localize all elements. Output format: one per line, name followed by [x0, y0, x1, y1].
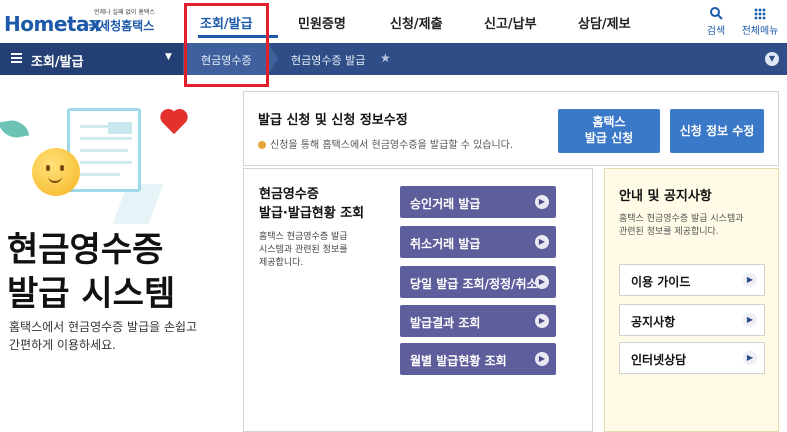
arrow-right-icon: ▶ — [535, 235, 549, 249]
section-title: 조회/발급 — [31, 55, 84, 70]
notice-panel-description: 홈택스 현금영수증 발급 시스템과 관련된 정보를 제공합니다. — [619, 214, 744, 237]
grid-menu-icon — [740, 6, 780, 22]
notice-panel-title: 안내 및 공지사항 — [619, 189, 712, 204]
arrow-right-icon: ▶ — [535, 275, 549, 289]
search-button[interactable]: 검색 — [696, 6, 736, 37]
hometax-apply-button[interactable]: 홈택스 발급 신청 — [558, 109, 660, 153]
search-icon — [696, 6, 736, 22]
arrow-right-icon: ▶ — [535, 314, 549, 328]
issue-panel-title: 발급 신청 및 신청 정보수정 — [258, 113, 408, 128]
hero-description: 홈택스에서 현금영수증 발급을 손쉽고 간편하게 이용하세요. — [9, 320, 198, 352]
cancel-issue-button[interactable]: 취소거래 발급 ▶ — [400, 226, 556, 258]
sub-nav-bar: 조회/발급 ▼ 현금영수증 현금영수증 발급 ★ ▼ — [0, 43, 787, 75]
breadcrumb-label: 현금영수증 — [201, 54, 252, 67]
heart-icon — [162, 110, 190, 136]
hometax-logo[interactable]: Hometax 언제나 실패 없이 홈택스 국세청홈택스 — [4, 4, 174, 38]
smiley-icon — [32, 148, 80, 196]
same-day-inquiry-button[interactable]: 당일 발급 조회/정정/취소 ▶ — [400, 266, 556, 298]
nav-report-payment[interactable]: 신고/납부 — [484, 13, 537, 32]
nav-active-indicator — [198, 35, 278, 38]
star-icon[interactable]: ★ — [380, 51, 391, 65]
all-menu-label: 전체메뉴 — [741, 26, 779, 37]
search-label: 검색 — [706, 26, 726, 37]
arrow-right-icon: ▶ — [535, 195, 549, 209]
issue-inquiry-panel: 현금영수증 발급·발급현황 조회 홈택스 현금영수증 발급 시스템과 관련된 정… — [243, 168, 593, 432]
arrow-right-icon: ▶ — [535, 352, 549, 366]
monthly-status-button[interactable]: 월별 발급현황 조회 ▶ — [400, 343, 556, 375]
user-guide-button[interactable]: 이용 가이드 ▶ — [619, 264, 765, 296]
caret-down-icon: ▼ — [165, 52, 172, 62]
notices-button[interactable]: 공지사항 ▶ — [619, 304, 765, 336]
top-header: Hometax 언제나 실패 없이 홈택스 국세청홈택스 조회/발급 민원증명 … — [0, 0, 787, 43]
nav-civil-certificate[interactable]: 민원증명 — [298, 13, 346, 32]
nav-application-submission[interactable]: 신청/제출 — [390, 13, 443, 32]
hero-title: 현금영수증 발급 시스템 — [7, 230, 176, 314]
issue-panel-note: 신청을 통해 홈택스에서 현금영수증을 발급할 수 있습니다. — [258, 136, 513, 151]
nav-inquiry-issue[interactable]: 조회/발급 — [200, 13, 253, 32]
arrow-right-icon: ▶ — [743, 351, 757, 365]
nav-consultation[interactable]: 상담/제보 — [578, 13, 631, 32]
receipt-corner-decoration — [108, 122, 132, 134]
inquiry-panel-title: 현금영수증 발급·발급현황 조회 — [259, 187, 365, 221]
breadcrumb-current[interactable]: 현금영수증 발급 — [291, 52, 365, 68]
info-dot-icon — [258, 141, 266, 149]
approval-issue-button[interactable]: 승인거래 발급 ▶ — [400, 186, 556, 218]
notice-panel: 안내 및 공지사항 홈택스 현금영수증 발급 시스템과 관련된 정보를 제공합니… — [604, 168, 779, 432]
logo-text: Hometax — [4, 12, 102, 36]
section-menu[interactable]: 조회/발급 ▼ — [0, 43, 183, 75]
internet-consultation-button[interactable]: 인터넷상담 ▶ — [619, 342, 765, 374]
issue-application-panel: 발급 신청 및 신청 정보수정 신청을 통해 홈택스에서 현금영수증을 발급할 … — [243, 91, 779, 166]
arrow-right-icon: ▶ — [743, 273, 757, 287]
issue-result-button[interactable]: 발급결과 조회 ▶ — [400, 305, 556, 337]
edit-application-button[interactable]: 신청 정보 수정 — [670, 109, 764, 153]
hamburger-icon — [11, 53, 22, 63]
arrow-right-icon: ▶ — [743, 313, 757, 327]
all-menu-button[interactable]: 전체메뉴 — [740, 6, 780, 37]
chevron-down-icon[interactable]: ▼ — [765, 52, 779, 66]
leaf-decoration — [0, 117, 30, 141]
inquiry-panel-description: 홈택스 현금영수증 발급 시스템과 관련된 정보를 제공합니다. — [259, 232, 348, 268]
logo-tagline: 언제나 실패 없이 홈택스 — [94, 9, 155, 16]
breadcrumb-cash-receipt[interactable]: 현금영수증 — [183, 43, 278, 75]
logo-subtitle: 국세청홈택스 — [88, 19, 155, 33]
